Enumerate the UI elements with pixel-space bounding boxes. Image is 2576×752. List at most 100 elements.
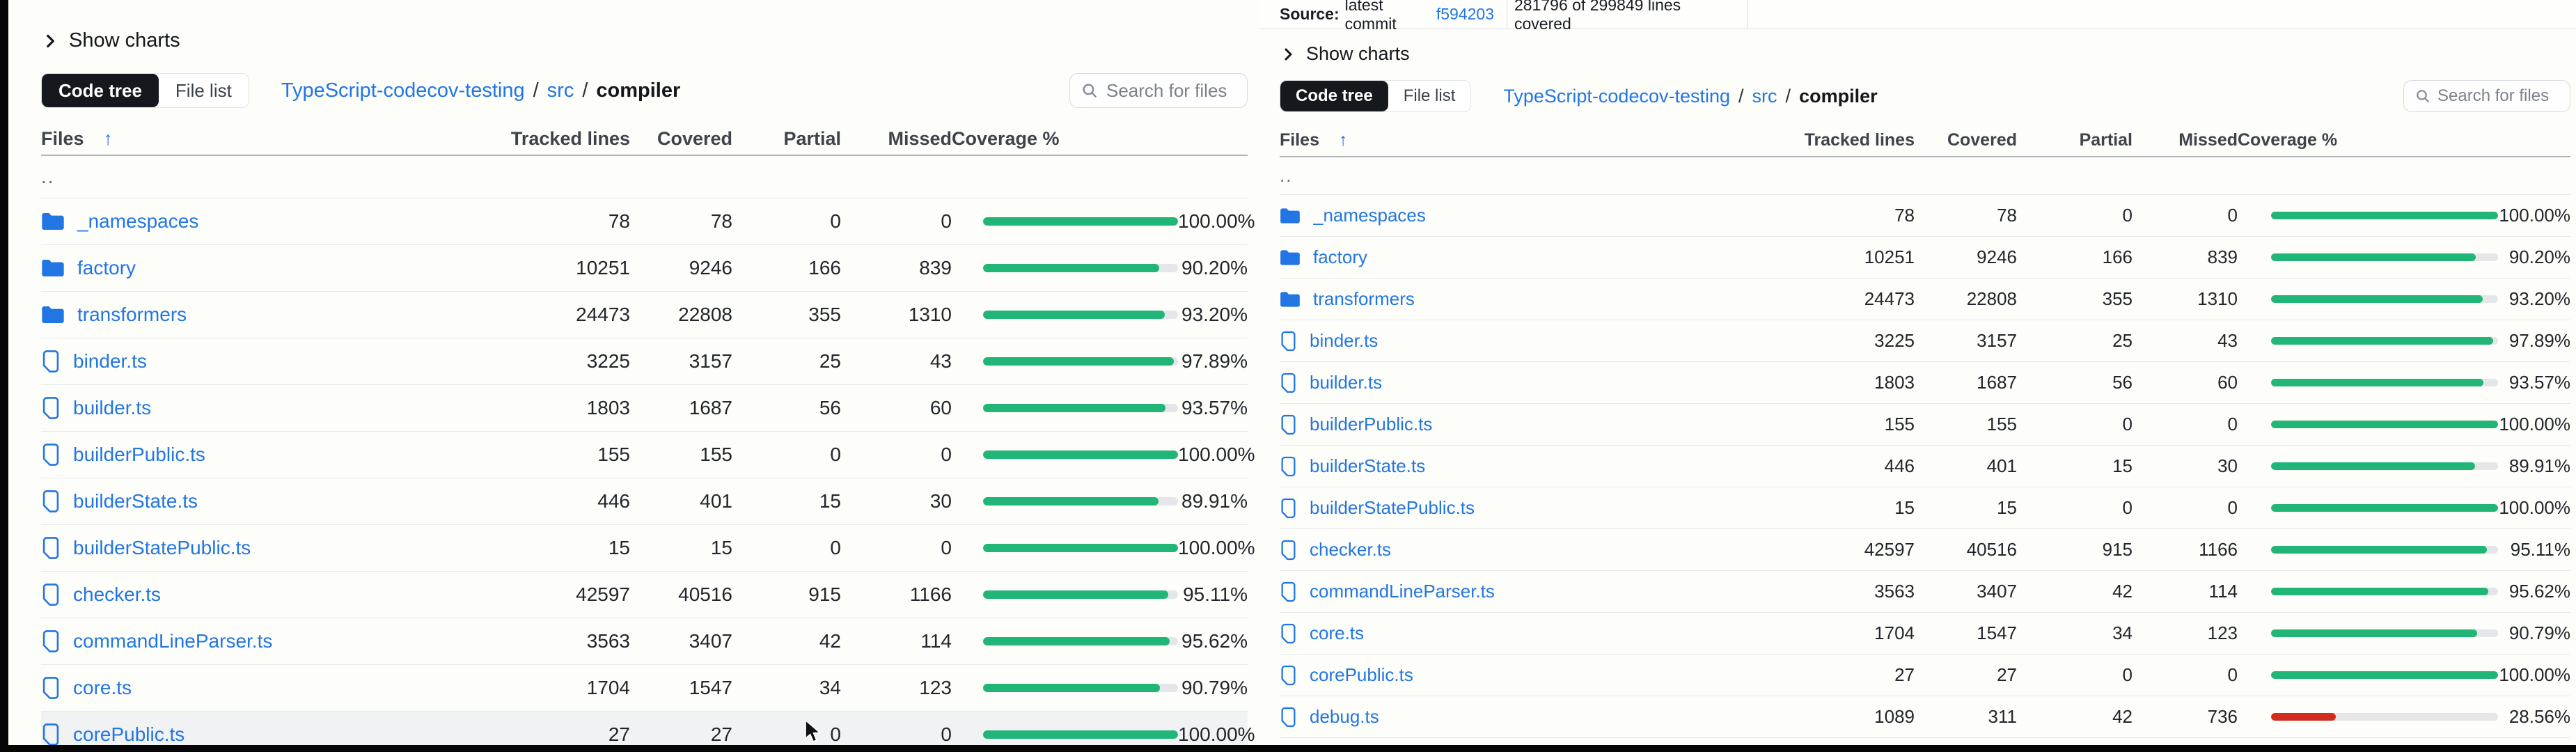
- file-link[interactable]: checker.ts: [1310, 539, 1391, 561]
- table-row[interactable]: factory 10251 9246 166 839 90.20%: [1280, 237, 2570, 279]
- partial-value: 56: [732, 397, 841, 419]
- tab-file-list[interactable]: File list: [1388, 81, 1471, 111]
- show-charts-label: Show charts: [69, 29, 180, 52]
- file-link[interactable]: ..: [41, 166, 55, 188]
- file-link[interactable]: core.ts: [73, 677, 132, 699]
- table-row[interactable]: builderPublic.ts 155 155 0 0 100.00%: [41, 432, 1248, 478]
- file-link[interactable]: builder.ts: [73, 397, 151, 419]
- table-row[interactable]: _namespaces 78 78 0 0 100.00%: [1280, 195, 2570, 237]
- file-link[interactable]: factory: [77, 257, 136, 279]
- breadcrumb-repo-link[interactable]: TypeScript-codecov-testing: [281, 79, 525, 102]
- search-icon: [2414, 88, 2431, 104]
- table-row[interactable]: commandLineParser.ts 3563 3407 42 114 95…: [1280, 571, 2570, 613]
- table-row[interactable]: binder.ts 3225 3157 25 43 97.89%: [41, 338, 1248, 385]
- sort-ascending-icon[interactable]: ↑: [104, 128, 113, 150]
- file-link[interactable]: checker.ts: [73, 583, 161, 606]
- show-charts-toggle[interactable]: Show charts: [1280, 43, 1410, 65]
- file-link[interactable]: transformers: [1313, 288, 1415, 310]
- header-partial[interactable]: Partial: [2017, 130, 2133, 150]
- file-link[interactable]: builderState.ts: [1310, 455, 1425, 477]
- table-row[interactable]: builder.ts 1803 1687 56 60 93.57%: [1280, 362, 2570, 404]
- table-row[interactable]: commandLineParser.ts 3563 3407 42 114 95…: [41, 618, 1248, 665]
- coverage-bar-fill: [983, 730, 1178, 739]
- header-missed[interactable]: Missed: [841, 128, 952, 150]
- header-coverage[interactable]: Coverage %: [2238, 130, 2570, 150]
- file-icon: [1280, 707, 1297, 728]
- tab-code-tree[interactable]: Code tree: [42, 74, 159, 107]
- tab-code-tree[interactable]: Code tree: [1280, 81, 1388, 111]
- table-row[interactable]: builderState.ts 446 401 15 30 89.91%: [1280, 446, 2570, 487]
- file-link[interactable]: commandLineParser.ts: [1310, 581, 1495, 602]
- header-coverage[interactable]: Coverage %: [952, 128, 1248, 150]
- table-row[interactable]: builderPublic.ts 155 155 0 0 100.00%: [1280, 404, 2570, 446]
- file-link[interactable]: transformers: [77, 304, 187, 326]
- table-row[interactable]: core.ts 1704 1547 34 123 90.79%: [1280, 613, 2570, 655]
- file-link[interactable]: factory: [1313, 246, 1367, 268]
- table-row[interactable]: builderStatePublic.ts 15 15 0 0 100.00%: [1280, 487, 2570, 529]
- file-link[interactable]: builderState.ts: [73, 490, 198, 512]
- table-row[interactable]: checker.ts 42597 40516 915 1166 95.11%: [41, 572, 1248, 618]
- coverage-bar: [983, 497, 1178, 506]
- covered-value: 1547: [1915, 622, 2017, 644]
- coverage-percent: 100.00%: [2498, 664, 2570, 686]
- chevron-right-icon: [1280, 46, 1296, 63]
- table-row[interactable]: corePublic.ts 27 27 0 0 100.00%: [1280, 655, 2570, 696]
- header-covered[interactable]: Covered: [1915, 130, 2017, 150]
- file-link[interactable]: binder.ts: [1310, 330, 1378, 352]
- file-link[interactable]: _namespaces: [1313, 205, 1426, 226]
- header-covered[interactable]: Covered: [630, 128, 732, 150]
- table-row[interactable]: corePublic.ts 27 27 0 0 100.00%: [41, 712, 1248, 745]
- table-row[interactable]: ..: [41, 156, 1248, 198]
- header-files[interactable]: Files: [41, 128, 84, 150]
- file-link[interactable]: binder.ts: [73, 350, 147, 373]
- breadcrumb-current: compiler: [596, 79, 680, 102]
- table-row[interactable]: debug.ts 1089 311 42 736 28.56%: [1280, 696, 2570, 738]
- file-link[interactable]: builder.ts: [1310, 372, 1382, 393]
- table-row[interactable]: _namespaces 78 78 0 0 100.00%: [41, 198, 1248, 245]
- header-tracked-lines[interactable]: Tracked lines: [1748, 130, 1915, 150]
- tracked-lines-value: 27: [463, 723, 630, 745]
- header-tracked-lines[interactable]: Tracked lines: [463, 128, 630, 150]
- table-row[interactable]: builder.ts 1803 1687 56 60 93.57%: [41, 385, 1248, 432]
- table-row[interactable]: factory 10251 9246 166 839 90.20%: [41, 245, 1248, 292]
- coverage-percent: 100.00%: [1178, 444, 1255, 466]
- table-row[interactable]: builderState.ts 446 401 15 30 89.91%: [41, 478, 1248, 525]
- file-link[interactable]: _namespaces: [77, 210, 198, 233]
- commit-link[interactable]: f594203: [1436, 5, 1494, 24]
- coverage-bar-fill: [2271, 504, 2498, 512]
- file-link[interactable]: corePublic.ts: [73, 723, 184, 745]
- header-partial[interactable]: Partial: [732, 128, 841, 150]
- coverage-bar-fill: [2271, 421, 2498, 428]
- file-link[interactable]: ..: [1280, 165, 1292, 187]
- file-link[interactable]: core.ts: [1310, 622, 1364, 644]
- lines-covered-text: 281796 of 299849 lines covered: [1514, 0, 1740, 33]
- table-row[interactable]: checker.ts 42597 40516 915 1166 95.11%: [1280, 529, 2570, 571]
- file-link[interactable]: builderPublic.ts: [73, 444, 205, 466]
- header-missed[interactable]: Missed: [2133, 130, 2238, 150]
- header-files[interactable]: Files: [1280, 130, 1319, 150]
- coverage-bar-fill: [983, 544, 1178, 552]
- file-icon: [41, 443, 61, 467]
- table-row[interactable]: binder.ts 3225 3157 25 43 97.89%: [1280, 320, 2570, 362]
- breadcrumb-src-link[interactable]: src: [1752, 86, 1777, 107]
- sort-ascending-icon[interactable]: ↑: [1339, 130, 1348, 150]
- tab-file-list[interactable]: File list: [159, 74, 249, 107]
- file-link[interactable]: corePublic.ts: [1310, 664, 1413, 686]
- tracked-lines-value: 42597: [463, 583, 630, 606]
- breadcrumb-src-link[interactable]: src: [547, 79, 574, 102]
- breadcrumb-repo-link[interactable]: TypeScript-codecov-testing: [1503, 86, 1730, 107]
- file-link[interactable]: debug.ts: [1310, 706, 1379, 728]
- file-link[interactable]: builderStatePublic.ts: [1310, 497, 1475, 519]
- file-link[interactable]: commandLineParser.ts: [73, 630, 272, 652]
- file-link[interactable]: builderPublic.ts: [1310, 414, 1432, 435]
- table-row[interactable]: transformers 24473 22808 355 1310 93.20%: [41, 292, 1248, 338]
- coverage-percent: 100.00%: [1178, 723, 1255, 745]
- file-link[interactable]: builderStatePublic.ts: [73, 537, 251, 559]
- covered-value: 9246: [630, 257, 732, 279]
- table-row[interactable]: builderStatePublic.ts 15 15 0 0 100.00%: [41, 525, 1248, 572]
- show-charts-toggle[interactable]: Show charts: [41, 29, 180, 52]
- partial-value: 355: [2017, 288, 2133, 310]
- table-row[interactable]: transformers 24473 22808 355 1310 93.20%: [1280, 279, 2570, 320]
- table-row[interactable]: ..: [1280, 157, 2570, 195]
- table-row[interactable]: core.ts 1704 1547 34 123 90.79%: [41, 665, 1248, 712]
